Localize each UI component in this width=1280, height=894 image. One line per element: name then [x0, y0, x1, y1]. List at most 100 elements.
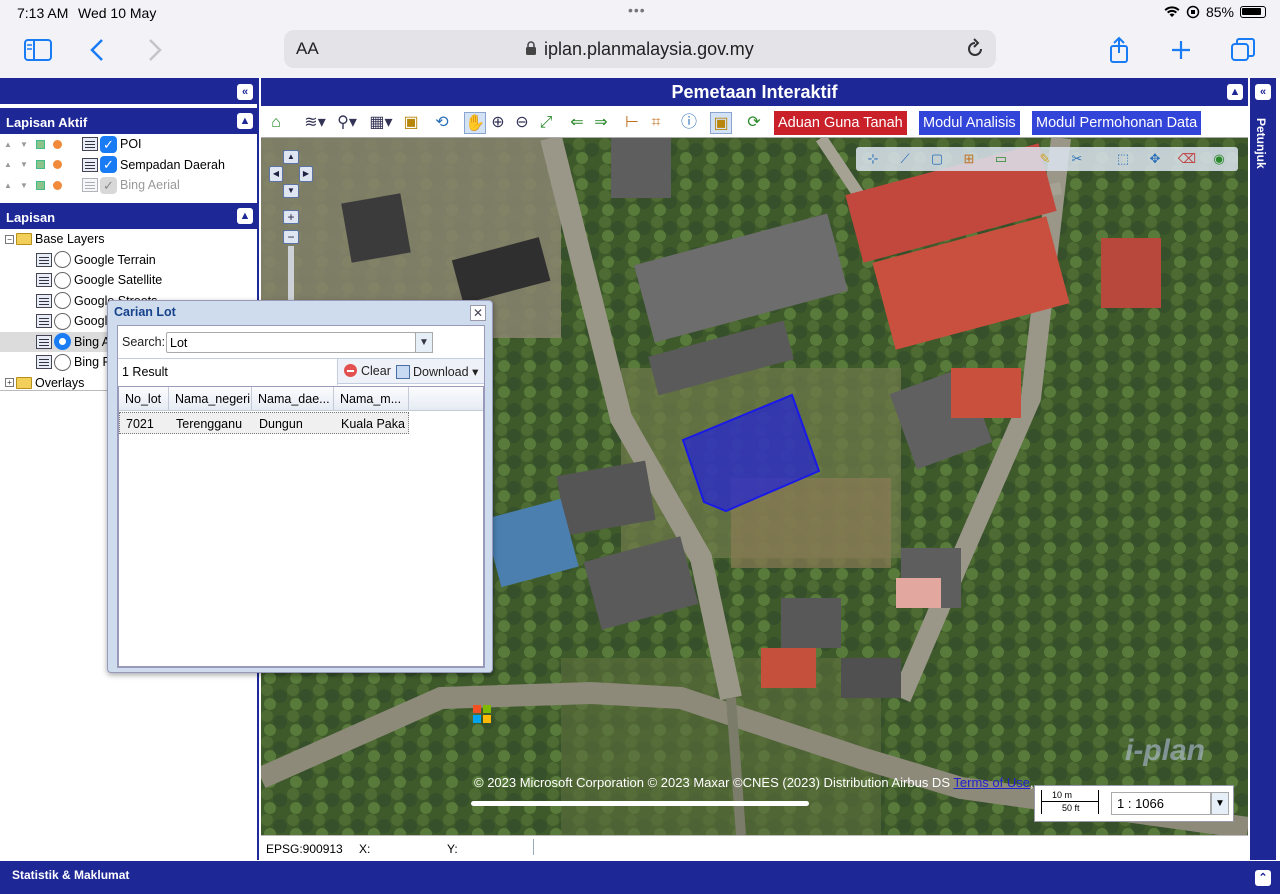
reader-aa-button[interactable]: AA [296, 39, 319, 59]
next-view-icon[interactable]: ⇒ [590, 112, 612, 134]
select-icon[interactable]: ⬚ [1112, 148, 1134, 170]
layer-checkbox[interactable]: ✓ [100, 156, 117, 174]
tree-item[interactable]: Google Satellite [0, 270, 257, 291]
remove-layer-icon[interactable] [53, 180, 62, 190]
zoom-slider[interactable] [288, 246, 294, 301]
expand-right-icon[interactable]: « [1255, 84, 1271, 100]
draw-point-icon[interactable]: ⊹ [862, 148, 884, 170]
reload-icon[interactable]: ⟳ [743, 112, 765, 134]
visibility-icon[interactable] [36, 160, 45, 170]
home-indicator[interactable] [471, 801, 809, 806]
move-icon[interactable]: ✥ [1144, 148, 1166, 170]
radio-button[interactable] [54, 292, 71, 310]
previous-view-icon[interactable]: ⇐ [566, 112, 588, 134]
pan-north-icon[interactable]: ▲ [283, 150, 299, 164]
search-input[interactable] [166, 332, 416, 353]
info-icon[interactable]: ⓘ [678, 112, 700, 134]
radio-button[interactable] [54, 251, 71, 269]
clear-button[interactable]: Clear [344, 364, 391, 378]
download-button[interactable]: Download ▾ [396, 364, 478, 379]
collapse-layers-icon[interactable]: ▲ [237, 208, 253, 224]
legend-icon[interactable] [82, 137, 98, 152]
collapse-active-icon[interactable]: ▲ [237, 113, 253, 129]
move-down-icon[interactable]: ▼ [20, 181, 36, 190]
globe-icon[interactable]: ◉ [1208, 148, 1230, 170]
draw-box-icon[interactable]: ⊞ [958, 148, 980, 170]
legend-icon[interactable] [82, 178, 98, 193]
expand-toggle-icon[interactable]: + [5, 378, 14, 388]
expand-bottom-icon[interactable]: ⌃ [1255, 870, 1271, 886]
zoom-in-button[interactable]: + [283, 210, 299, 224]
map-image-icon[interactable]: ▣ [400, 112, 422, 134]
legend-icon[interactable] [36, 252, 52, 267]
home-icon[interactable]: ⌂ [265, 112, 287, 134]
radio-button[interactable] [54, 271, 71, 289]
zoom-in-icon[interactable]: ⊕ [487, 112, 509, 134]
table-row[interactable]: 7021 Terengganu Dungun Kuala Paka [119, 412, 409, 434]
chevron-down-icon[interactable]: ▼ [415, 332, 433, 353]
visibility-icon[interactable] [36, 180, 45, 190]
visibility-icon[interactable] [36, 139, 45, 149]
radio-button[interactable] [54, 353, 71, 371]
legend-icon[interactable] [36, 355, 52, 370]
multitask-dots[interactable]: ••• [628, 2, 646, 18]
pan-east-icon[interactable]: ▶ [299, 166, 313, 182]
chevron-down-icon[interactable]: ▼ [1211, 792, 1229, 815]
move-down-icon[interactable]: ▼ [20, 140, 36, 149]
tree-item[interactable]: Google Terrain [0, 250, 257, 271]
forward-icon[interactable] [139, 36, 169, 64]
layers-dropdown-icon[interactable]: ≋▾ [301, 112, 329, 134]
measure-area-icon[interactable]: ⌗ [645, 112, 667, 134]
layer-checkbox[interactable]: ✓ [100, 176, 117, 194]
petunjuk-tab[interactable]: Petunjuk [1254, 118, 1268, 169]
terms-of-use-link[interactable]: Terms of Use [953, 775, 1030, 790]
modul-permohonan-data-button[interactable]: Modul Permohonan Data [1032, 111, 1202, 135]
modul-analisis-button[interactable]: Modul Analisis [919, 111, 1020, 135]
tree-folder-base[interactable]: − Base Layers [0, 229, 257, 250]
select-feature-icon[interactable]: ▣ [710, 112, 732, 134]
share-icon[interactable] [1104, 36, 1134, 64]
move-up-icon[interactable]: ▲ [4, 160, 20, 169]
pencil-icon[interactable]: ✎ [1034, 148, 1056, 170]
collapse-left-icon[interactable]: « [237, 84, 253, 100]
legend-icon[interactable] [82, 157, 98, 172]
scissors-icon[interactable]: ✂ [1066, 148, 1088, 170]
new-tab-icon[interactable] [1166, 36, 1196, 64]
url-text[interactable]: iplan.planmalaysia.gov.my [544, 39, 754, 60]
pan-west-icon[interactable]: ◀ [269, 166, 283, 182]
column-header[interactable]: Nama_m... [334, 387, 409, 411]
column-header[interactable]: Nama_negeri [169, 387, 252, 411]
tabs-icon[interactable] [1228, 36, 1258, 64]
legend-icon[interactable] [36, 334, 52, 349]
radio-button-selected[interactable] [54, 333, 71, 351]
add-feature-icon[interactable]: ▭ [990, 148, 1012, 170]
sidebar-icon[interactable] [23, 36, 53, 64]
delete-feature-icon[interactable]: ⌫ [1176, 148, 1198, 170]
close-icon[interactable]: ✕ [470, 305, 486, 321]
collapse-toggle-icon[interactable]: − [5, 234, 14, 244]
remove-layer-icon[interactable] [53, 139, 62, 149]
grid-dropdown-icon[interactable]: ▦▾ [367, 112, 395, 134]
radio-button[interactable] [54, 312, 71, 330]
move-up-icon[interactable]: ▲ [4, 140, 20, 149]
zoom-out-button[interactable]: − [283, 230, 299, 244]
layer-checkbox[interactable]: ✓ [100, 135, 117, 153]
pan-south-icon[interactable]: ▼ [283, 184, 299, 198]
legend-icon[interactable] [36, 314, 52, 329]
remove-layer-icon[interactable] [53, 160, 62, 170]
move-up-icon[interactable]: ▲ [4, 181, 20, 190]
scale-select[interactable]: 1 : 1066 [1111, 792, 1211, 815]
move-down-icon[interactable]: ▼ [20, 160, 36, 169]
address-bar[interactable]: AA iplan.planmalaysia.gov.my [284, 30, 996, 68]
draw-polygon-icon[interactable]: ▢ [926, 148, 948, 170]
pan-hand-icon[interactable]: ✋ [464, 112, 486, 134]
column-header[interactable]: Nama_dae... [252, 387, 334, 411]
refresh-layer-icon[interactable]: ⟲ [431, 112, 453, 134]
zoom-out-icon[interactable]: ⊖ [511, 112, 533, 134]
zoom-dropdown-icon[interactable]: ⚲▾ [333, 112, 361, 134]
column-header[interactable]: No_lot [119, 387, 169, 411]
legend-icon[interactable] [36, 293, 52, 308]
reload-icon[interactable] [964, 38, 986, 60]
measure-distance-icon[interactable]: ⊢ [621, 112, 643, 134]
collapse-map-icon[interactable]: ▲ [1227, 84, 1243, 100]
